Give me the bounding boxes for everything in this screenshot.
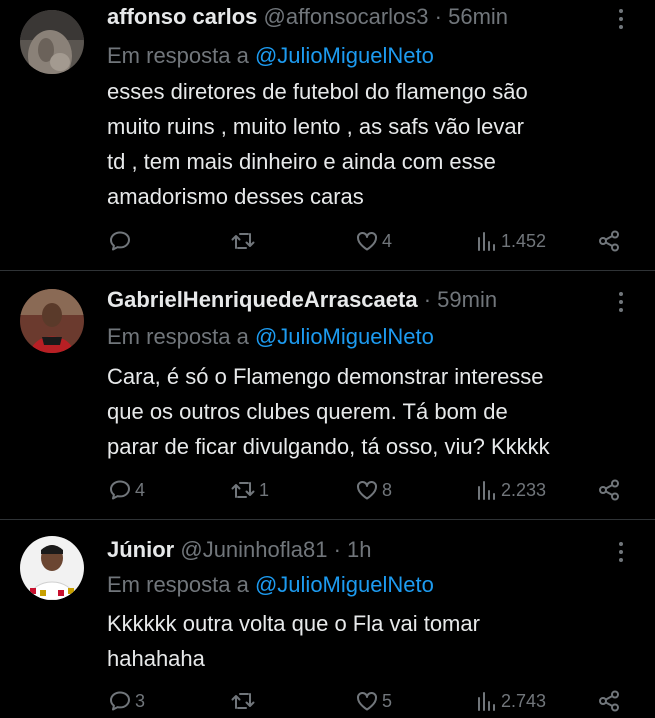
tweet-gabrielhenriquedearrascaeta[interactable]: GabrielHenriquedeArrascaeta · 59min Em r…: [0, 271, 655, 519]
reply-prefix: Em resposta a: [107, 324, 249, 349]
retweet-button[interactable]: 1: [230, 473, 269, 507]
reply-button[interactable]: [108, 224, 135, 258]
share-icon: [599, 230, 619, 252]
more-options-button[interactable]: [609, 2, 633, 36]
like-button[interactable]: 4: [355, 224, 392, 258]
separator-dot: ·: [423, 287, 432, 312]
share-button[interactable]: [597, 224, 621, 258]
share-icon: [599, 479, 619, 501]
display-name[interactable]: affonso carlos: [107, 4, 257, 29]
reply-count: 4: [135, 479, 146, 500]
reply-icon: [110, 691, 130, 711]
avatar[interactable]: [20, 289, 84, 353]
like-count: 5: [382, 690, 393, 711]
reply-icon: [110, 231, 130, 251]
reply-prefix: Em resposta a: [107, 43, 249, 68]
retweet-icon: [231, 233, 255, 249]
views-chart-icon: [478, 481, 495, 500]
share-icon: [599, 690, 619, 712]
tweet-text: Cara, é só o Flamengo demonstrar interes…: [107, 364, 550, 459]
tweet-affonso-carlos[interactable]: affonso carlos @affonsocarlos3 · 56min E…: [0, 0, 655, 270]
view-count: 2.233: [501, 479, 547, 500]
views-chart-icon: [478, 232, 495, 251]
more-options-button[interactable]: [609, 285, 633, 319]
view-count: 2.743: [501, 690, 547, 711]
action-bar: 4 1.452: [0, 224, 655, 258]
reply-context: Em resposta a @JulioMiguelNeto: [107, 39, 434, 73]
retweet-button[interactable]: [230, 684, 259, 718]
retweet-button[interactable]: [230, 224, 259, 258]
tweet-junior[interactable]: Júnior @Juninhofla81 · 1h Em resposta a …: [0, 520, 655, 718]
reply-prefix: Em resposta a: [107, 572, 249, 597]
timestamp[interactable]: 1h: [347, 537, 371, 562]
heart-icon: [357, 480, 377, 500]
reply-button[interactable]: 3: [108, 684, 145, 718]
reply-icon: [110, 480, 130, 500]
user-handle[interactable]: @affonsocarlos3: [264, 4, 429, 29]
heart-icon: [357, 231, 377, 251]
retweet-count: 1: [259, 479, 270, 500]
heart-icon: [357, 691, 377, 711]
reply-count: 3: [135, 690, 146, 711]
tweet-text: Kkkkkk outra volta que o Fla vai tomar h…: [107, 611, 480, 671]
separator-dot: ·: [434, 4, 442, 29]
more-options-button[interactable]: [609, 535, 633, 569]
avatar[interactable]: [20, 536, 84, 600]
like-count: 8: [382, 479, 393, 500]
views-button[interactable]: 1.452: [476, 224, 546, 258]
views-chart-icon: [478, 692, 495, 711]
share-button[interactable]: [597, 684, 621, 718]
views-button[interactable]: 2.743: [476, 684, 546, 718]
share-button[interactable]: [597, 473, 621, 507]
timestamp[interactable]: 59min: [437, 287, 497, 312]
reply-button[interactable]: 4: [108, 473, 145, 507]
like-count: 4: [382, 230, 393, 251]
timestamp[interactable]: 56min: [448, 4, 508, 29]
reply-mention-link[interactable]: @JulioMiguelNeto: [255, 324, 434, 349]
reply-mention-link[interactable]: @JulioMiguelNeto: [255, 43, 434, 68]
separator-dot: ·: [333, 537, 341, 562]
like-button[interactable]: 8: [355, 473, 392, 507]
tweet-header: Júnior @Juninhofla81 · 1h: [107, 533, 372, 567]
reply-mention-link[interactable]: @JulioMiguelNeto: [255, 572, 434, 597]
retweet-icon: [231, 482, 255, 498]
avatar[interactable]: [20, 10, 84, 74]
reply-context: Em resposta a @JulioMiguelNeto: [107, 568, 434, 602]
reply-context: Em resposta a @JulioMiguelNeto: [107, 320, 434, 354]
tweet-header: affonso carlos @affonsocarlos3 · 56min: [107, 0, 508, 34]
like-button[interactable]: 5: [355, 684, 392, 718]
action-bar: 3 5 2.743: [0, 684, 655, 718]
tweet-header: GabrielHenriquedeArrascaeta · 59min: [107, 283, 497, 317]
retweet-icon: [231, 693, 255, 709]
view-count: 1.452: [501, 230, 547, 251]
display-name[interactable]: Júnior: [107, 537, 174, 562]
display-name[interactable]: GabrielHenriquedeArrascaeta: [107, 287, 418, 312]
views-button[interactable]: 2.233: [476, 473, 546, 507]
action-bar: 4 1 8 2.233: [0, 473, 655, 507]
user-handle[interactable]: @Juninhofla81: [180, 537, 327, 562]
tweet-text: esses diretores de futebol do flamengo s…: [107, 79, 528, 209]
